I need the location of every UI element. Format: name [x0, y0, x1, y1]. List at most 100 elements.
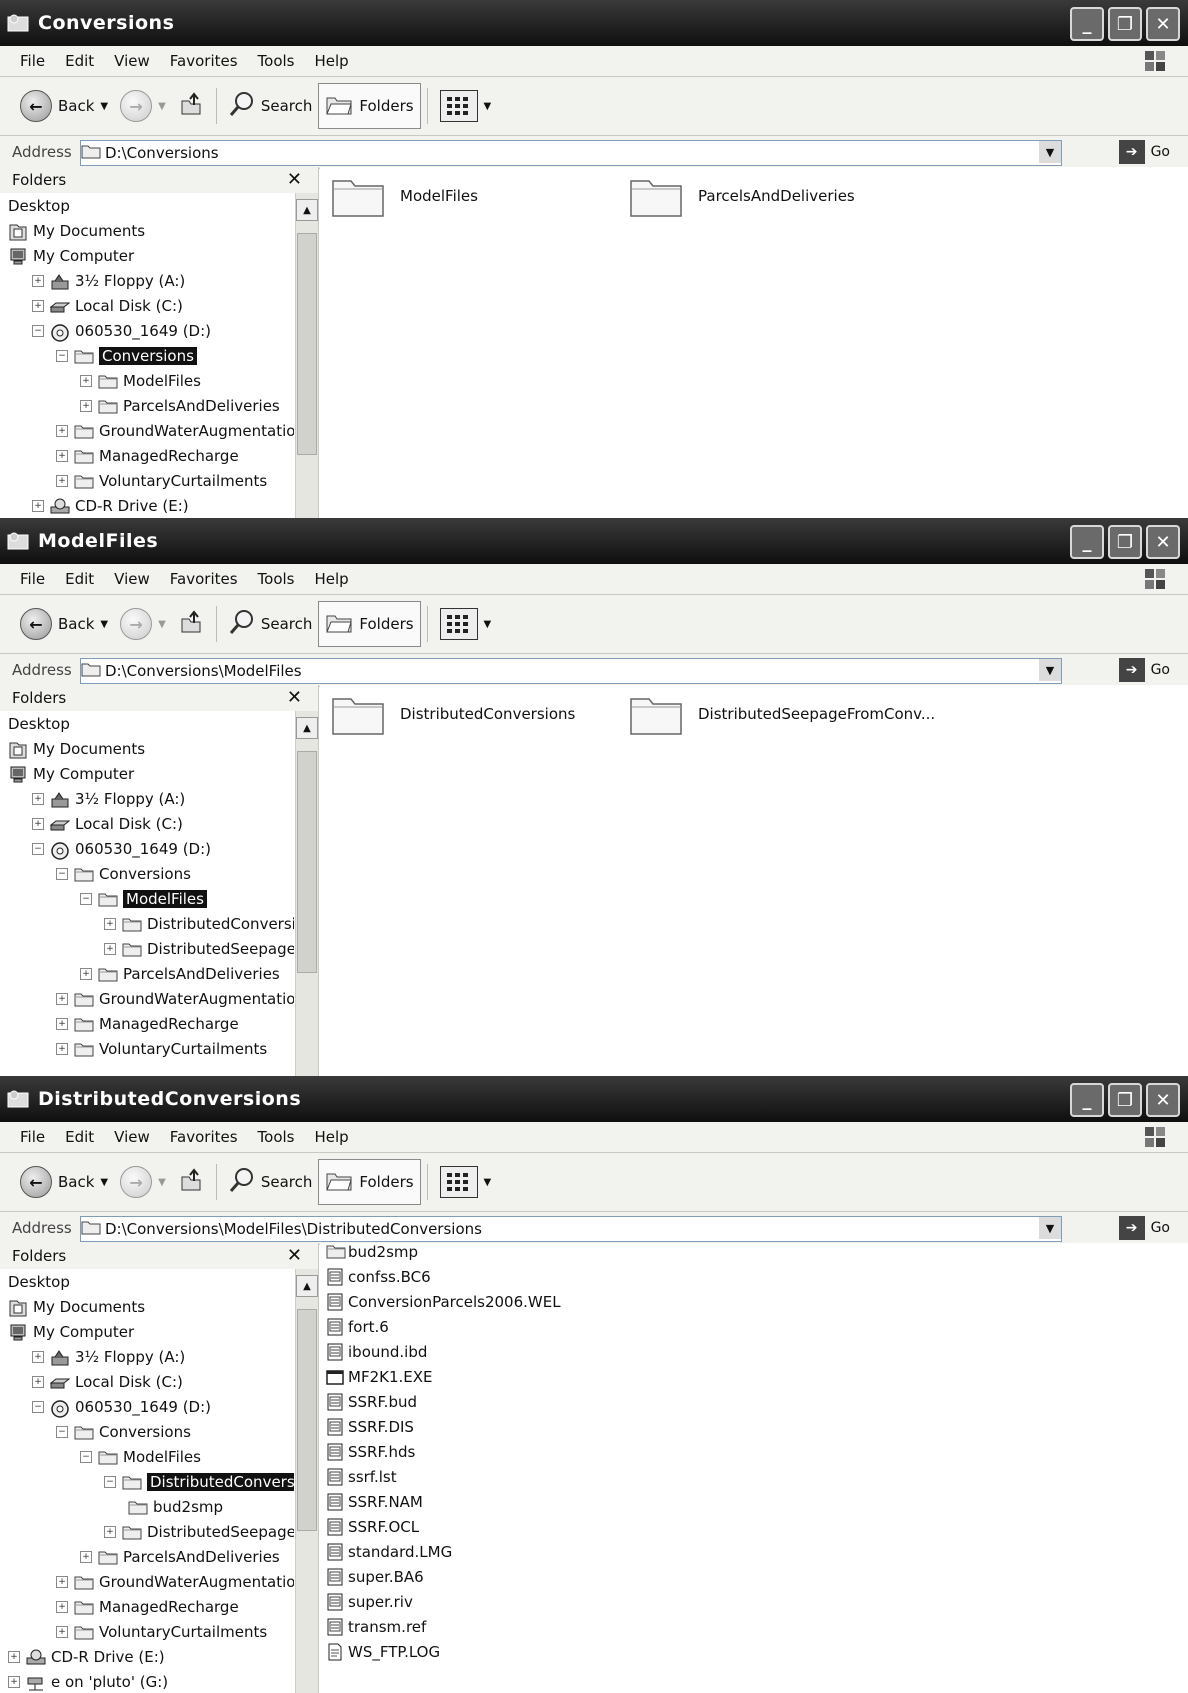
expand-icon[interactable]: + — [32, 817, 44, 830]
views-button[interactable]: ▼ — [434, 84, 498, 128]
menu-help[interactable]: Help — [305, 52, 359, 70]
collapse-icon[interactable]: − — [32, 842, 44, 855]
forward-button[interactable]: → ▼ — [114, 602, 172, 646]
tree-item[interactable]: + CD-R Drive (E:) — [0, 1644, 294, 1669]
expand-icon[interactable]: + — [104, 1525, 116, 1538]
minimize-button[interactable]: _ — [1070, 525, 1104, 559]
menu-edit[interactable]: Edit — [55, 1128, 104, 1146]
back-button[interactable]: ← Back ▼ — [14, 1160, 114, 1204]
minimize-button[interactable]: _ — [1070, 7, 1104, 41]
close-button[interactable]: ✕ — [1146, 525, 1180, 559]
tree-scrollbar[interactable]: ▲ — [295, 1269, 318, 1693]
tree-item[interactable]: Desktop — [0, 1269, 294, 1294]
list-item[interactable]: SSRF.hds — [326, 1439, 561, 1464]
tree-item[interactable]: − Conversions — [0, 1419, 294, 1444]
list-item[interactable]: SSRF.bud — [326, 1389, 561, 1414]
expand-icon[interactable]: + — [56, 449, 68, 462]
tree-item[interactable]: Desktop — [0, 193, 294, 218]
back-button[interactable]: ← Back ▼ — [14, 84, 114, 128]
list-item[interactable]: SSRF.OCL — [326, 1514, 561, 1539]
tree-item[interactable]: + ManagedRecharge — [0, 1011, 294, 1036]
collapse-icon[interactable]: − — [104, 1475, 116, 1488]
tree-item[interactable]: My Computer — [0, 1319, 294, 1344]
menu-help[interactable]: Help — [305, 1128, 359, 1146]
address-input[interactable]: D:\Conversions\ModelFiles ▼ — [80, 658, 1062, 684]
scroll-up-button[interactable]: ▲ — [296, 717, 318, 739]
folders-button[interactable]: Folders — [318, 83, 421, 129]
menu-tools[interactable]: Tools — [248, 1128, 305, 1146]
up-folder-button[interactable] — [172, 1160, 210, 1204]
expand-icon[interactable]: + — [80, 374, 92, 387]
tree-item[interactable]: bud2smp — [0, 1494, 294, 1519]
minimize-button[interactable]: _ — [1070, 1083, 1104, 1117]
tree-item[interactable]: +3½ Floppy (A:) — [0, 268, 294, 293]
tree-item[interactable]: + VoluntaryCurtailments — [0, 468, 294, 493]
scroll-up-button[interactable]: ▲ — [296, 199, 318, 221]
chevron-down-icon[interactable]: ▼ — [158, 1177, 166, 1188]
title-bar[interactable]: Conversions _ ❐ ✕ — [0, 0, 1188, 46]
expand-icon[interactable]: + — [56, 474, 68, 487]
expand-icon[interactable]: + — [56, 1042, 68, 1055]
expand-icon[interactable]: + — [80, 399, 92, 412]
go-button[interactable]: ➔ Go — [1118, 658, 1170, 682]
menu-edit[interactable]: Edit — [55, 570, 104, 588]
go-button[interactable]: ➔ Go — [1118, 140, 1170, 164]
expand-icon[interactable]: + — [32, 1350, 44, 1363]
expand-icon[interactable]: + — [56, 1017, 68, 1030]
address-dropdown-button[interactable]: ▼ — [1039, 659, 1061, 681]
menu-file[interactable]: File — [0, 570, 55, 588]
tree-item[interactable]: + ManagedRecharge — [0, 1594, 294, 1619]
maximize-button[interactable]: ❐ — [1108, 1083, 1142, 1117]
tree-item[interactable]: + GroundWaterAugmentation — [0, 418, 294, 443]
expand-icon[interactable]: + — [56, 992, 68, 1005]
list-item[interactable]: confss.BC6 — [326, 1264, 561, 1289]
folders-button[interactable]: Folders — [318, 601, 421, 647]
title-bar[interactable]: DistributedConversions _ ❐ ✕ — [0, 1076, 1188, 1122]
list-item[interactable]: SSRF.NAM — [326, 1489, 561, 1514]
chevron-down-icon[interactable]: ▼ — [100, 619, 108, 630]
views-button[interactable]: ▼ — [434, 1160, 498, 1204]
tree-item[interactable]: + GroundWaterAugmentation — [0, 986, 294, 1011]
expand-icon[interactable]: + — [56, 1575, 68, 1588]
list-item[interactable]: ConversionParcels2006.WEL — [326, 1289, 561, 1314]
address-input[interactable]: D:\Conversions\ModelFiles\DistributedCon… — [80, 1216, 1062, 1242]
title-bar[interactable]: ModelFiles _ ❐ ✕ — [0, 518, 1188, 564]
close-icon[interactable]: ✕ — [287, 1245, 302, 1266]
collapse-icon[interactable]: − — [80, 892, 92, 905]
collapse-icon[interactable]: − — [32, 1400, 44, 1413]
chevron-down-icon[interactable]: ▼ — [100, 101, 108, 112]
list-item[interactable]: bud2smp — [326, 1239, 561, 1264]
tree-item[interactable]: − 060530_1649 (D:) — [0, 318, 294, 343]
tree-item[interactable]: +3½ Floppy (A:) — [0, 786, 294, 811]
folder-tile[interactable]: DistributedConversions — [330, 691, 575, 737]
list-item[interactable]: ibound.ibd — [326, 1339, 561, 1364]
chevron-down-icon[interactable]: ▼ — [158, 101, 166, 112]
tree-item[interactable]: + DistributedConversic — [0, 911, 294, 936]
list-item[interactable]: super.riv — [326, 1589, 561, 1614]
chevron-down-icon[interactable]: ▼ — [100, 1177, 108, 1188]
menu-view[interactable]: View — [104, 570, 160, 588]
scroll-thumb[interactable] — [297, 1309, 317, 1531]
scroll-thumb[interactable] — [297, 751, 317, 973]
expand-icon[interactable]: + — [80, 1550, 92, 1563]
folders-button[interactable]: Folders — [318, 1159, 421, 1205]
menu-help[interactable]: Help — [305, 570, 359, 588]
forward-button[interactable]: → ▼ — [114, 84, 172, 128]
tree-scrollbar[interactable]: ▲ — [295, 193, 318, 518]
address-dropdown-button[interactable]: ▼ — [1039, 141, 1061, 163]
maximize-button[interactable]: ❐ — [1108, 7, 1142, 41]
forward-button[interactable]: → ▼ — [114, 1160, 172, 1204]
list-item[interactable]: ssrf.lst — [326, 1464, 561, 1489]
list-item[interactable]: WS_FTP.LOG — [326, 1639, 561, 1664]
expand-icon[interactable]: + — [32, 499, 44, 512]
expand-icon[interactable]: + — [8, 1675, 20, 1688]
chevron-down-icon[interactable]: ▼ — [484, 619, 492, 630]
views-button[interactable]: ▼ — [434, 602, 498, 646]
tree-item[interactable]: + Local Disk (C:) — [0, 1369, 294, 1394]
expand-icon[interactable]: + — [80, 967, 92, 980]
up-folder-button[interactable] — [172, 602, 210, 646]
collapse-icon[interactable]: − — [56, 867, 68, 880]
tree-item[interactable]: + GroundWaterAugmentation — [0, 1569, 294, 1594]
tree-item[interactable]: Desktop — [0, 711, 294, 736]
expand-icon[interactable]: + — [32, 274, 44, 287]
